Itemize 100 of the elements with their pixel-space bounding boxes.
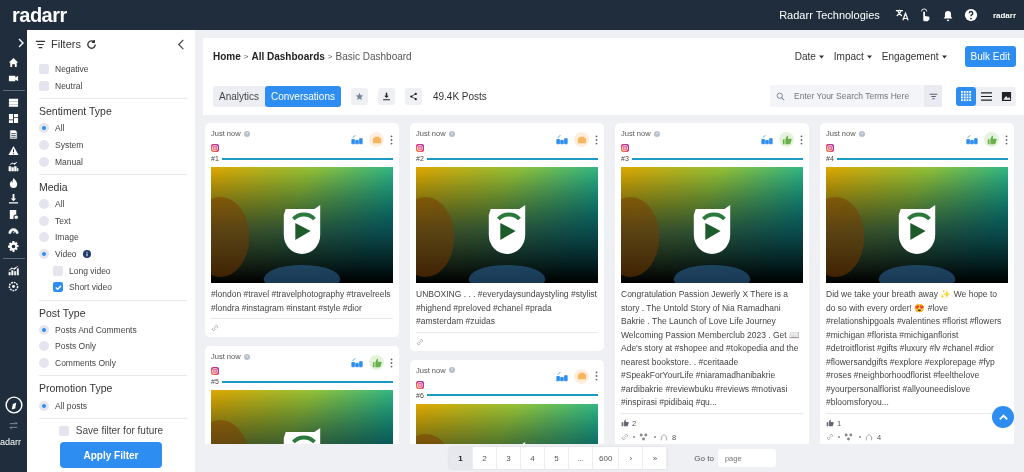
favorite-button[interactable] [350, 87, 368, 105]
link-icon[interactable] [826, 433, 834, 441]
more-options-icon[interactable] [390, 134, 393, 145]
post-card[interactable] [615, 123, 809, 444]
radio-option[interactable]: Image [39, 229, 187, 246]
thumbs-up-button[interactable] [779, 132, 794, 147]
checkbox[interactable] [53, 282, 63, 293]
more-options-icon[interactable] [1005, 134, 1008, 145]
document-icon[interactable] [8, 129, 19, 140]
gauge-icon[interactable] [8, 225, 19, 236]
reaction-button[interactable] [574, 368, 589, 384]
checkbox-option[interactable]: Negative [39, 61, 187, 78]
checkbox[interactable] [53, 265, 63, 276]
link-icon[interactable] [621, 433, 629, 441]
checkbox[interactable] [58, 425, 69, 436]
radio-button[interactable] [39, 140, 49, 151]
warning-icon[interactable] [8, 145, 19, 156]
radio-button[interactable] [39, 341, 49, 352]
sort-dropdown[interactable]: Impact [831, 51, 874, 62]
video-icon[interactable] [8, 73, 19, 84]
flame-icon[interactable] [8, 177, 19, 188]
page-button[interactable]: 2 [473, 447, 497, 469]
breadcrumb-link[interactable]: All Dashboards [251, 51, 325, 62]
radio-button[interactable] [39, 156, 49, 167]
view-tab[interactable]: Analytics [213, 85, 265, 107]
radio-option[interactable]: Posts Only [39, 338, 187, 355]
search-bar[interactable]: Enter Your Search Terms Here [770, 85, 942, 107]
last-page-button[interactable]: » [643, 447, 668, 469]
bar-chart-icon[interactable] [761, 134, 773, 145]
sort-dropdown[interactable]: Date [792, 51, 826, 62]
checkbox[interactable] [39, 80, 49, 91]
thumbs-up-button[interactable] [984, 132, 999, 147]
radio-option[interactable]: Text [39, 212, 187, 230]
report-icon[interactable] [8, 209, 19, 220]
analytics-icon[interactable] [8, 265, 19, 276]
radio-option[interactable]: All [39, 120, 187, 137]
support-icon[interactable] [4, 396, 23, 414]
radio-button[interactable] [39, 400, 49, 411]
share-button[interactable] [404, 87, 422, 105]
bar-chart-icon[interactable] [351, 357, 363, 368]
save-filter-option[interactable]: Save filter for future [58, 425, 164, 436]
search-filter-button[interactable] [924, 85, 942, 107]
next-page-button[interactable]: › [619, 447, 644, 469]
page-button[interactable]: 4 [521, 447, 545, 469]
radio-option[interactable]: Posts And Comments [39, 321, 187, 339]
page-button[interactable]: 5 [545, 447, 569, 469]
radio-option[interactable]: Comments Only [39, 354, 187, 372]
download-icon[interactable] [8, 193, 19, 204]
radio-button[interactable] [39, 123, 49, 134]
link-icon[interactable] [416, 337, 424, 346]
bar-chart-icon[interactable] [556, 370, 568, 382]
page-button[interactable]: ... [569, 447, 593, 469]
thumbs-up-button[interactable] [369, 355, 384, 370]
bar-chart-icon[interactable] [966, 134, 978, 145]
switch-icon[interactable] [8, 420, 19, 431]
link-icon[interactable] [211, 324, 219, 332]
home-icon[interactable] [8, 57, 19, 68]
more-options-icon[interactable] [595, 134, 598, 145]
checkbox[interactable] [39, 64, 49, 75]
radio-option[interactable]: Video [39, 245, 187, 263]
bar-chart-icon[interactable] [351, 134, 363, 145]
app-logo[interactable]: radarr [12, 3, 67, 27]
radio-option[interactable]: All [39, 195, 187, 213]
page-button[interactable]: 600 [593, 447, 620, 469]
help-icon[interactable] [963, 8, 978, 22]
collapse-icon[interactable] [176, 38, 187, 50]
chart-icon[interactable] [8, 161, 19, 172]
radio-option[interactable]: System [39, 136, 187, 154]
breadcrumb-link[interactable]: Basic Dashboard [335, 51, 412, 62]
company-logo[interactable]: radarr [992, 10, 1016, 20]
settings-icon[interactable] [8, 241, 19, 252]
organization-name[interactable]: Radarr Technologies [779, 9, 880, 21]
radio-option[interactable]: Manual [39, 153, 187, 170]
more-options-icon[interactable] [595, 371, 598, 381]
more-options-icon[interactable] [800, 134, 803, 145]
page-button[interactable]: 3 [497, 447, 521, 469]
post-card[interactable] [820, 123, 1014, 444]
info-icon[interactable] [82, 250, 91, 259]
download-button[interactable] [377, 87, 395, 105]
page-button[interactable]: 1 [449, 447, 473, 469]
radio-button[interactable] [39, 358, 49, 368]
reaction-button[interactable] [369, 132, 384, 147]
translate-icon[interactable] [894, 8, 909, 22]
sort-dropdown[interactable]: Engagement [879, 51, 949, 62]
radio-button[interactable] [39, 199, 49, 210]
cog-icon[interactable] [8, 281, 19, 292]
bar-chart-icon[interactable] [556, 134, 568, 145]
more-options-icon[interactable] [390, 357, 393, 368]
checkbox-option[interactable]: Short video [39, 278, 187, 296]
database-icon[interactable] [8, 97, 19, 108]
search-field[interactable]: Enter Your Search Terms Here [792, 90, 924, 102]
breadcrumb-link[interactable]: Home [213, 51, 241, 62]
radio-button[interactable] [39, 249, 49, 260]
checkbox-option[interactable]: Long video [39, 262, 187, 279]
dashboard-icon[interactable] [8, 113, 19, 124]
radio-button[interactable] [39, 215, 49, 226]
radio-button[interactable] [39, 324, 49, 335]
checkbox-option[interactable]: Neutral [39, 77, 187, 95]
radio-option[interactable]: All posts [39, 397, 187, 414]
reaction-button[interactable] [574, 132, 589, 147]
